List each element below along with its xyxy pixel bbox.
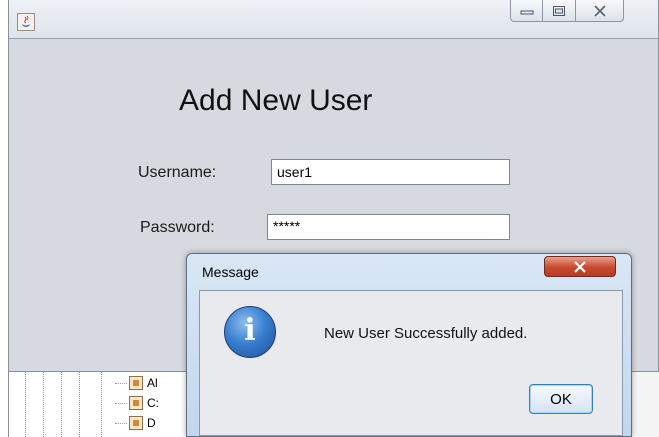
maximize-button[interactable] bbox=[543, 0, 576, 22]
window-controls bbox=[510, 0, 659, 25]
tree-item-label: C: bbox=[147, 396, 159, 410]
tree-guide-line bbox=[43, 372, 44, 437]
dialog-message: New User Successfully added. bbox=[324, 325, 528, 342]
java-cup-icon bbox=[17, 13, 35, 31]
info-icon: i bbox=[224, 306, 276, 358]
tree-guide-line bbox=[61, 372, 62, 437]
form-title: Add New User bbox=[179, 84, 373, 117]
tree-item[interactable]: D bbox=[115, 414, 156, 432]
package-icon bbox=[129, 416, 143, 430]
window-titlebar[interactable] bbox=[9, 0, 658, 39]
minimize-icon bbox=[520, 10, 533, 14]
tree-item-label: D bbox=[147, 416, 156, 430]
tree-item[interactable]: C: bbox=[115, 394, 159, 412]
password-label: Password: bbox=[140, 219, 215, 236]
username-label: Username: bbox=[138, 164, 217, 181]
message-dialog: Message i New User Successfully added. O… bbox=[186, 253, 632, 437]
dialog-body: i New User Successfully added. OK bbox=[199, 290, 623, 436]
password-field[interactable]: ***** bbox=[267, 214, 510, 240]
window-close-button[interactable] bbox=[576, 0, 624, 22]
minimize-button[interactable] bbox=[510, 0, 543, 22]
package-icon bbox=[129, 396, 143, 410]
package-icon bbox=[129, 376, 143, 390]
close-icon bbox=[593, 4, 606, 17]
tree-scrollbar[interactable] bbox=[628, 372, 659, 437]
tree-item-label: Al bbox=[147, 376, 158, 390]
dialog-title: Message bbox=[202, 264, 259, 280]
info-glyph: i bbox=[244, 313, 256, 348]
screen: Add New User Username: user1 Password: *… bbox=[0, 0, 659, 437]
ok-button[interactable]: OK bbox=[529, 384, 593, 414]
username-field[interactable]: user1 bbox=[271, 159, 510, 185]
tree-guide-line bbox=[79, 372, 80, 437]
dialog-close-button[interactable] bbox=[544, 256, 616, 277]
tree-guide-line bbox=[101, 372, 102, 437]
close-icon bbox=[574, 260, 586, 273]
tree-guide-line bbox=[25, 372, 26, 437]
maximize-icon bbox=[553, 5, 565, 16]
tree-item[interactable]: Al bbox=[115, 374, 158, 392]
